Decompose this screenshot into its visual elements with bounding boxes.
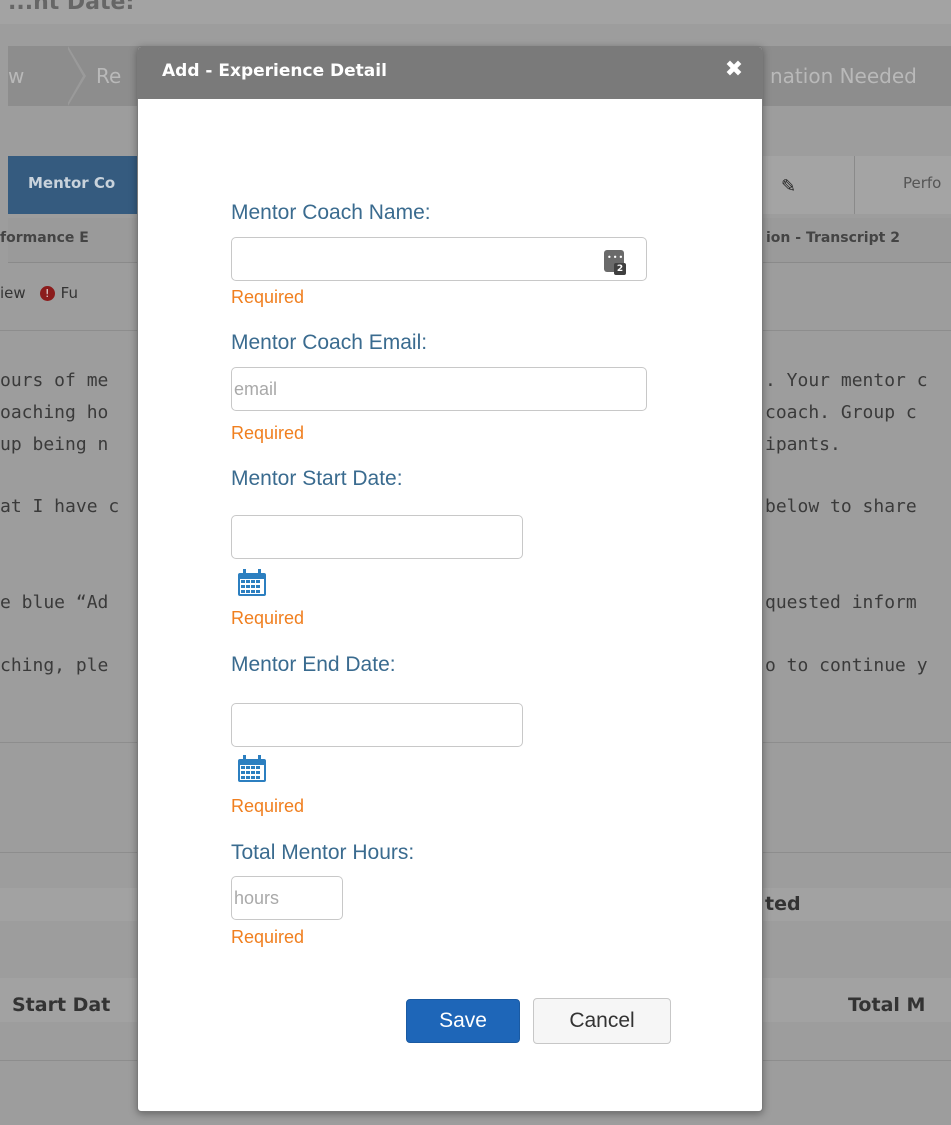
modal-header: Add - Experience Detail ✖ (138, 47, 762, 99)
tab-performance[interactable]: Perfo (903, 174, 941, 192)
tab-mentor-coach[interactable]: Mentor Co (8, 156, 138, 214)
bg-text-line: quested inform (765, 592, 917, 613)
subtab-transcript[interactable]: ion - Transcript 2 (766, 230, 900, 246)
page-top-title: ...nt Date: (8, 0, 135, 15)
total-hours-input[interactable] (231, 876, 343, 920)
wizard-step-3: nation Needed (770, 64, 917, 88)
filter-view[interactable]: iew (0, 284, 26, 302)
bg-text-line: at I have c (0, 496, 120, 517)
required-text: Required (231, 608, 305, 628)
total-hours-label: Total Mentor Hours: (231, 841, 415, 864)
bg-text-line: up being n (0, 434, 109, 455)
subtab-performance[interactable]: formance E (0, 230, 89, 246)
close-icon[interactable]: ✖ (723, 59, 745, 81)
required-text: Required (231, 423, 305, 443)
bg-text-line: oaching ho (0, 402, 109, 423)
calendar-icon[interactable] (237, 569, 267, 597)
end-date-input[interactable] (231, 703, 523, 747)
coach-email-label: Mentor Coach Email: (231, 331, 428, 354)
table-header-total: Total M (848, 994, 926, 1016)
coach-name-input[interactable] (231, 237, 647, 281)
save-button[interactable]: Save (406, 999, 520, 1043)
tab-label: Mentor Co (28, 174, 116, 192)
wizard-step-1: w (8, 64, 25, 88)
required-text: Required (231, 927, 305, 947)
exclamation-icon: ! (39, 286, 55, 301)
end-date-label: Mentor End Date: (231, 653, 396, 676)
bg-text-line: ipants. (765, 434, 841, 455)
bg-text-line: ours of me (0, 370, 109, 391)
start-date-input[interactable] (231, 515, 523, 559)
coach-name-label: Mentor Coach Name: (231, 201, 431, 224)
start-date-label: Mentor Start Date: (231, 467, 403, 490)
coach-email-input[interactable] (231, 367, 647, 411)
modal-title: Add - Experience Detail (162, 61, 387, 81)
bg-text-line: below to share (765, 496, 917, 517)
wizard-chevron-inner (66, 46, 83, 106)
edit-pencil-icon[interactable]: ✎ (781, 176, 796, 197)
bg-text-line: . Your mentor c (765, 370, 928, 391)
wizard-step-2: Re (96, 64, 122, 88)
tab-divider (854, 156, 855, 214)
bg-text-line: coach. Group c (765, 402, 917, 423)
required-text: Required (231, 287, 305, 307)
calendar-icon[interactable] (237, 755, 267, 783)
contact-picker-icon[interactable]: ••• 2 (604, 250, 626, 275)
page-header-strip: ...nt Date: (0, 0, 951, 24)
bg-text-line: e blue “Ad (0, 592, 109, 613)
table-mid-header: ted (765, 893, 801, 915)
badge-glyph: 2 (614, 263, 626, 275)
table-header-start-date: Start Dat (12, 994, 111, 1016)
cancel-button[interactable]: Cancel (533, 998, 671, 1044)
required-text: Required (231, 796, 305, 816)
bg-text-line: ching, ple (0, 655, 109, 676)
filter-alert-text[interactable]: Fu (61, 284, 78, 302)
bg-text-line: o to continue y (765, 655, 928, 676)
dots-glyph: ••• (607, 253, 625, 262)
filter-row: iew! Fu (0, 284, 78, 302)
experience-detail-modal: Add - Experience Detail ✖ Mentor Coach N… (137, 46, 763, 1112)
